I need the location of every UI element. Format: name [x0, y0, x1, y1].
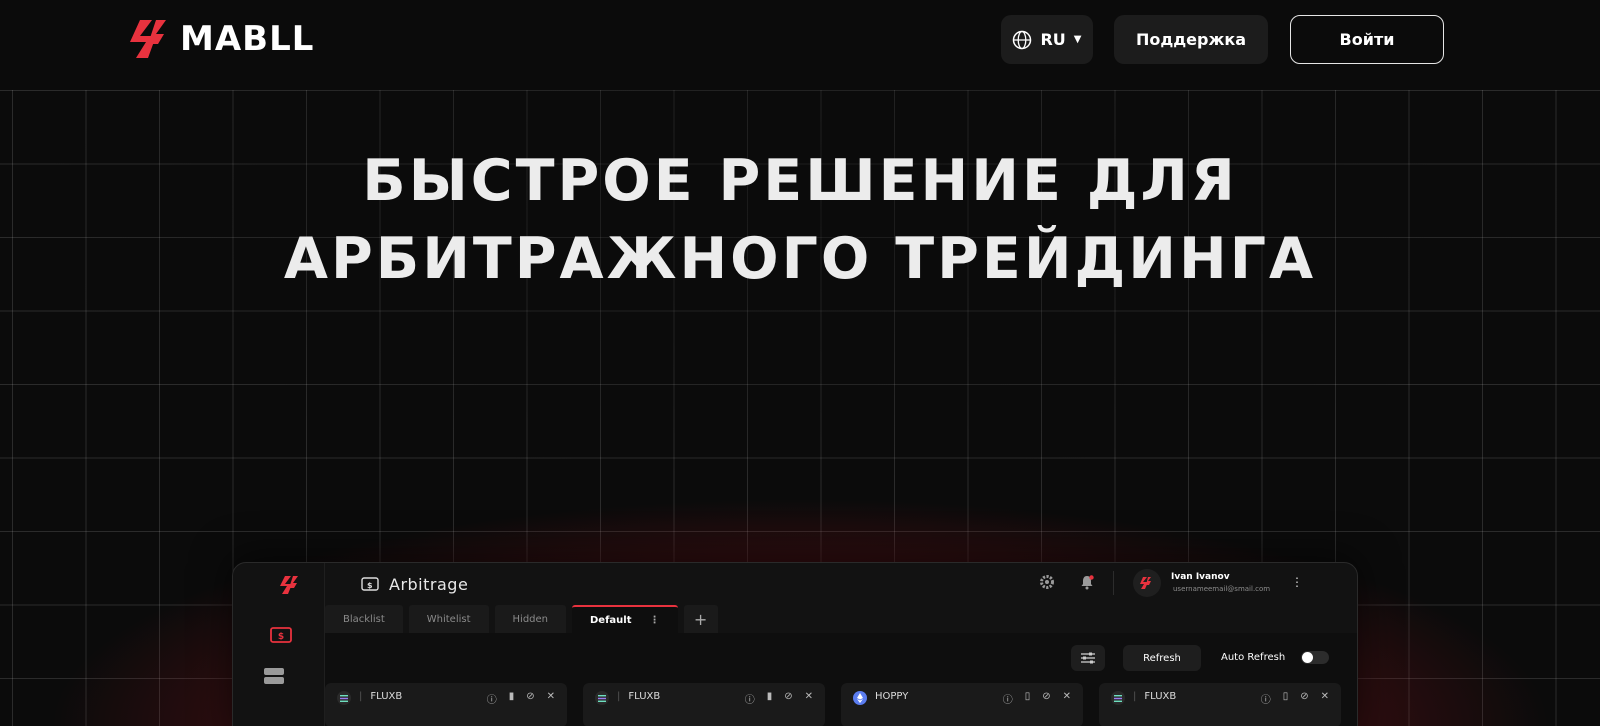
- support-button[interactable]: Поддержка: [1114, 15, 1268, 64]
- bookmark-icon[interactable]: ▮: [767, 691, 773, 706]
- auto-refresh-label: Auto Refresh: [1221, 652, 1286, 663]
- tab-default-label: Default: [590, 614, 632, 626]
- tab-hidden[interactable]: Hidden: [494, 605, 566, 633]
- bookmark-icon[interactable]: ▯: [1283, 691, 1289, 706]
- arbitrage-icon: $: [361, 577, 379, 591]
- user-email: usernameemail@smail.com: [1173, 585, 1271, 593]
- site-header: MABLL RU ▼ Поддержка Войти: [0, 0, 1600, 80]
- sliders-icon: [1081, 652, 1095, 664]
- close-icon[interactable]: ✕: [1063, 691, 1071, 706]
- more-vertical-icon[interactable]: ⋮: [650, 615, 660, 626]
- close-icon[interactable]: ✕: [547, 691, 555, 706]
- coin-icon: [337, 691, 351, 705]
- coin-icon: [595, 691, 609, 705]
- card-actions: ⓘ ▮ ⊘ ✕: [487, 691, 555, 706]
- caret-down-icon: ▼: [1073, 34, 1082, 45]
- server-icon[interactable]: [263, 667, 285, 685]
- bell-icon[interactable]: [1079, 574, 1095, 590]
- user-name: Ivan Ivanov: [1171, 572, 1230, 582]
- filter-button[interactable]: [1071, 645, 1105, 671]
- card-actions: ⓘ ▯ ⊘ ✕: [1261, 691, 1329, 706]
- lightning-logo-icon: [1140, 577, 1151, 589]
- hero-line-1: БЫСТРОЕ РЕШЕНИЕ ДЛЯ: [362, 148, 1238, 214]
- hero-line-2: АРБИТРАЖНОГО ТРЕЙДИНГА: [283, 226, 1317, 292]
- card-actions: ⓘ ▯ ⊘ ✕: [1003, 691, 1071, 706]
- coin-ticker: FLUXB: [370, 691, 403, 702]
- svg-text:$: $: [278, 632, 284, 642]
- bookmark-icon[interactable]: ▯: [1025, 691, 1031, 706]
- app-preview: $ $ Arbitrage Ivan Ivanov usernameemail@…: [232, 562, 1358, 726]
- tab-bar: Blacklist Whitelist Hidden Default ⋮ +: [325, 605, 718, 633]
- add-tab-button[interactable]: +: [683, 605, 718, 633]
- list-item[interactable]: HOPPY ⓘ ▯ ⊘ ✕: [841, 683, 1083, 726]
- info-icon[interactable]: ⓘ: [487, 691, 497, 706]
- hide-icon[interactable]: ⊘: [784, 691, 792, 706]
- lightning-logo-icon: [280, 576, 298, 594]
- card-actions: ⓘ ▮ ⊘ ✕: [745, 691, 813, 706]
- main-content: Refresh Auto Refresh | FLUXB ⓘ ▮ ⊘ ✕ | F…: [325, 633, 1357, 726]
- coin-ticker: FLUXB: [628, 691, 661, 702]
- close-icon[interactable]: ✕: [1321, 691, 1329, 706]
- app-title: $ Arbitrage: [361, 573, 468, 595]
- language-selector[interactable]: RU ▼: [1001, 15, 1093, 64]
- auto-refresh-toggle[interactable]: [1301, 651, 1329, 664]
- info-icon[interactable]: ⓘ: [1003, 691, 1013, 706]
- hero-heading: БЫСТРОЕ РЕШЕНИЕ ДЛЯ АРБИТРАЖНОГО ТРЕЙДИН…: [0, 142, 1600, 298]
- hide-icon[interactable]: ⊘: [526, 691, 534, 706]
- tab-default[interactable]: Default ⋮: [572, 605, 678, 633]
- arbitrage-icon[interactable]: $: [269, 625, 293, 645]
- hide-icon[interactable]: ⊘: [1042, 691, 1050, 706]
- login-button[interactable]: Войти: [1290, 15, 1444, 64]
- lightning-logo-icon: [130, 20, 166, 58]
- bookmark-icon[interactable]: ▮: [509, 691, 515, 706]
- coin-icon: [1111, 691, 1125, 705]
- app-title-text: Arbitrage: [389, 574, 469, 594]
- hide-icon[interactable]: ⊘: [1300, 691, 1308, 706]
- close-icon[interactable]: ✕: [805, 691, 813, 706]
- tab-whitelist[interactable]: Whitelist: [408, 605, 489, 633]
- coin-ticker: FLUXB: [1144, 691, 1177, 702]
- svg-text:$: $: [367, 581, 373, 590]
- list-item[interactable]: | FLUXB ⓘ ▮ ⊘ ✕: [325, 683, 567, 726]
- app-sidebar: $: [233, 563, 325, 726]
- card-list: | FLUXB ⓘ ▮ ⊘ ✕ | FLUXB ⓘ ▮ ⊘ ✕ HOPPY ⓘ …: [325, 683, 1357, 726]
- language-label: RU: [1040, 30, 1066, 49]
- list-item[interactable]: | FLUXB ⓘ ▯ ⊘ ✕: [1099, 683, 1341, 726]
- gear-icon[interactable]: [1039, 574, 1055, 590]
- info-icon[interactable]: ⓘ: [1261, 691, 1271, 706]
- brand-logo[interactable]: MABLL: [126, 18, 314, 60]
- ethereum-icon: [853, 691, 867, 705]
- more-vertical-icon[interactable]: ⋮: [1291, 575, 1303, 589]
- list-item[interactable]: | FLUXB ⓘ ▮ ⊘ ✕: [583, 683, 825, 726]
- coin-ticker: HOPPY: [875, 691, 909, 702]
- header-divider: [1113, 571, 1114, 595]
- refresh-button[interactable]: Refresh: [1123, 645, 1201, 671]
- avatar[interactable]: [1133, 569, 1161, 597]
- brand-name: MABLL: [180, 19, 315, 59]
- info-icon[interactable]: ⓘ: [745, 691, 755, 706]
- tab-blacklist[interactable]: Blacklist: [325, 605, 403, 633]
- globe-icon: [1013, 30, 1032, 49]
